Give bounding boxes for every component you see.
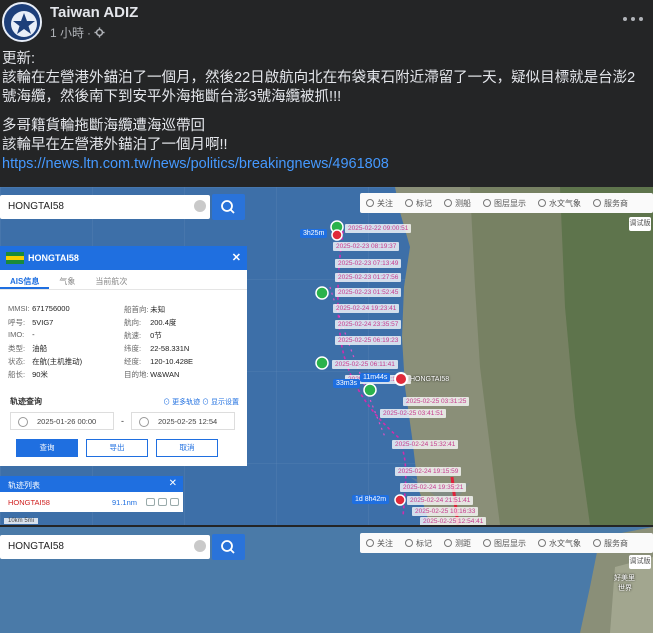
post-meta: 1 小時 ·	[50, 24, 105, 41]
layers-icon	[483, 539, 491, 547]
pin-icon[interactable]	[315, 356, 329, 370]
store-icon	[593, 539, 601, 547]
pin-icon[interactable]	[394, 494, 406, 506]
toolbar-follow[interactable]: 关注	[360, 538, 399, 549]
gear-icon	[94, 27, 105, 38]
map-place-label: 好美里	[614, 575, 635, 582]
flag-icon	[405, 539, 413, 547]
heart-icon	[366, 539, 374, 547]
ruler-icon	[444, 539, 452, 547]
track-markers	[315, 220, 408, 506]
toolbar-provider[interactable]: 服务商	[587, 538, 634, 549]
post-body: 更新: 該輪在左營港外錨泊了一個月，然後22日啟航向北在布袋東石附近滯留了一天，…	[2, 50, 653, 174]
pin-icon[interactable]	[363, 383, 377, 397]
clear-search-icon[interactable]	[194, 540, 206, 552]
ship-search-input[interactable]: HONGTAI58	[0, 535, 210, 559]
pin-icon[interactable]	[315, 286, 329, 300]
map-place-label: 世界	[618, 585, 632, 592]
debug-button[interactable]: 调试版	[629, 555, 651, 569]
toolbar-weather[interactable]: 水文气象	[532, 538, 587, 549]
map-screenshot-second[interactable]: HONGTAI58 关注 标记 测距 图层显示 水文气象 服务商 调试版 好美里…	[0, 527, 653, 633]
avatar[interactable]	[2, 2, 42, 42]
post-header: Taiwan ADIZ 1 小時 ·	[0, 0, 653, 48]
text-line: 該輪早在左營港外錨泊了一個月啊!!	[2, 137, 228, 153]
search-icon	[221, 540, 235, 554]
map-scale: 10km 5mi	[4, 518, 39, 524]
post-time[interactable]: 1 小時	[50, 24, 84, 41]
toolbar-mark[interactable]: 标记	[399, 538, 438, 549]
map-screenshot[interactable]: HONGTAI58 关注 标记 测船 图层显示 水文气象 服务商 调试版 HON…	[0, 187, 653, 525]
emblem-icon	[6, 6, 40, 40]
weather-icon	[538, 539, 546, 547]
text-line: 號海纜，然後南下到安平外海拖斷台澎3號海纜被抓!!!	[2, 89, 342, 105]
map-toolbar: 关注 标记 测距 图层显示 水文气象 服务商	[360, 533, 653, 553]
text-line: 多哥籍貨輪拖斷海纜遭海巡帶回	[2, 118, 205, 134]
search-button[interactable]	[212, 534, 245, 560]
more-icon[interactable]	[619, 8, 647, 30]
pin-icon[interactable]	[331, 229, 343, 241]
toolbar-measure[interactable]: 测距	[438, 538, 477, 549]
ship-position-icon[interactable]	[394, 372, 408, 386]
text-line: 更新:	[2, 51, 36, 67]
text-line: 該輪在左營港外錨泊了一個月，然後22日啟航向北在布袋東石附近滯留了一天，疑似目標…	[2, 70, 636, 86]
news-link[interactable]: https://news.ltn.com.tw/news/politics/br…	[2, 155, 653, 174]
author-name[interactable]: Taiwan ADIZ	[50, 4, 138, 21]
toolbar-layers[interactable]: 图层显示	[477, 538, 532, 549]
